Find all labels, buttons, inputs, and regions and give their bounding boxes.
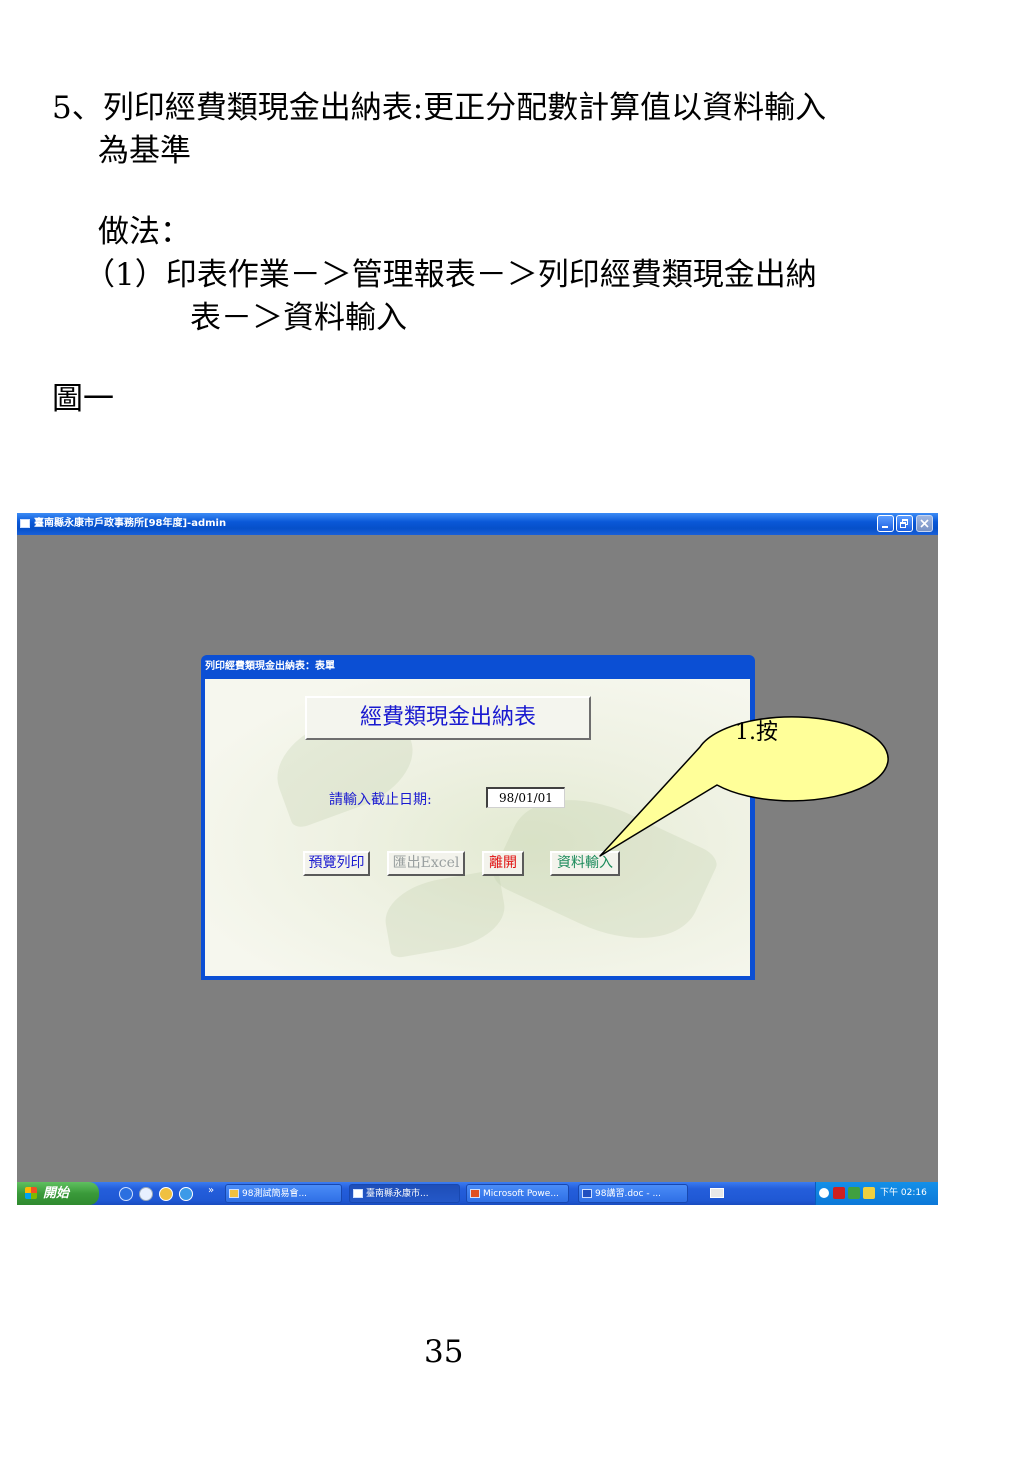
screenshot-figure: 臺南縣永康市戶政事務所[98年度]-admin 列印經費類現金出納表：表單 經費… [17, 513, 938, 1205]
dialog-title: 列印經費類現金出納表：表單 [205, 661, 335, 672]
close-icon [920, 519, 929, 528]
outlook-icon[interactable] [159, 1187, 173, 1201]
browser-icon[interactable] [179, 1187, 193, 1201]
heading-line-2: 為基準 [98, 133, 191, 169]
report-dialog: 列印經費類現金出納表：表單 經費類現金出納表 請輸入截止日期: 98/01/01… [201, 655, 755, 980]
folder-icon [229, 1189, 239, 1198]
taskbar-item-label: 98講習.doc - ... [595, 1189, 662, 1199]
taskbar-item-app[interactable]: 臺南縣永康市... [349, 1184, 460, 1203]
taskbar-item-powerpoint[interactable]: Microsoft Powe... [466, 1184, 569, 1203]
keyboard-icon[interactable] [710, 1188, 724, 1198]
tray-expand-icon[interactable] [819, 1188, 829, 1198]
window-icon [20, 519, 30, 528]
word-icon [582, 1189, 592, 1198]
step-1-line-2: 表－＞資料輸入 [190, 300, 407, 336]
minimize-icon [882, 526, 888, 528]
media-icon[interactable] [139, 1187, 153, 1201]
dialog-client-area: 經費類現金出納表 請輸入截止日期: 98/01/01 預覽列印 匯出Excel … [205, 679, 750, 976]
window-icon [353, 1189, 363, 1198]
page-number: 35 [424, 1334, 464, 1370]
powerpoint-icon [470, 1189, 480, 1198]
window-title: 臺南縣永康市戶政事務所[98年度]-admin [34, 518, 227, 529]
figure-label: 圖一 [52, 381, 114, 417]
restore-button[interactable] [896, 515, 913, 532]
taskbar-item-label: Microsoft Powe... [483, 1189, 559, 1199]
step-1-line-1: （1）印表作業－＞管理報表－＞列印經費類現金出納 [84, 257, 817, 293]
leave-button[interactable]: 離開 [482, 851, 524, 876]
report-title: 經費類現金出納表 [305, 696, 591, 740]
preview-print-button[interactable]: 預覽列印 [303, 851, 370, 876]
minimize-button[interactable] [877, 515, 894, 532]
background-leaf [379, 869, 511, 959]
callout-text: 1.按 [735, 720, 778, 745]
taskbar-item-label: 臺南縣永康市... [366, 1189, 429, 1199]
taskbar: 開始 » 98測試簡易會... 臺南縣永康市... Microsoft Powe… [17, 1182, 938, 1205]
data-input-button[interactable]: 資料輸入 [550, 851, 620, 876]
taskbar-item-word[interactable]: 98講習.doc - ... [578, 1184, 688, 1203]
date-label: 請輸入截止日期: [329, 792, 432, 808]
quicklaunch-overflow[interactable]: » [208, 1185, 214, 1196]
start-label: 開始 [43, 1186, 70, 1201]
restore-icon-front [900, 522, 906, 528]
end-date-input[interactable]: 98/01/01 [486, 787, 565, 808]
close-button[interactable] [916, 515, 933, 532]
antivirus-icon[interactable] [833, 1187, 845, 1199]
method-label: 做法： [98, 214, 191, 250]
window-titlebar: 臺南縣永康市戶政事務所[98年度]-admin [17, 513, 938, 535]
heading-line-1: 5、列印經費類現金出納表:更正分配數計算值以資料輸入 [52, 90, 827, 126]
export-excel-button[interactable]: 匯出Excel [387, 851, 465, 876]
windows-logo-icon [25, 1187, 37, 1199]
tray-clock: 下午 02:16 [880, 1188, 927, 1198]
notification-icon[interactable] [863, 1187, 875, 1199]
ie-icon[interactable] [119, 1187, 133, 1201]
taskbar-item-folder[interactable]: 98測試簡易會... [225, 1184, 342, 1203]
network-icon[interactable] [848, 1187, 860, 1199]
system-tray: 下午 02:16 [815, 1182, 938, 1205]
start-button[interactable]: 開始 [17, 1182, 99, 1205]
taskbar-item-label: 98測試簡易會... [242, 1189, 308, 1199]
